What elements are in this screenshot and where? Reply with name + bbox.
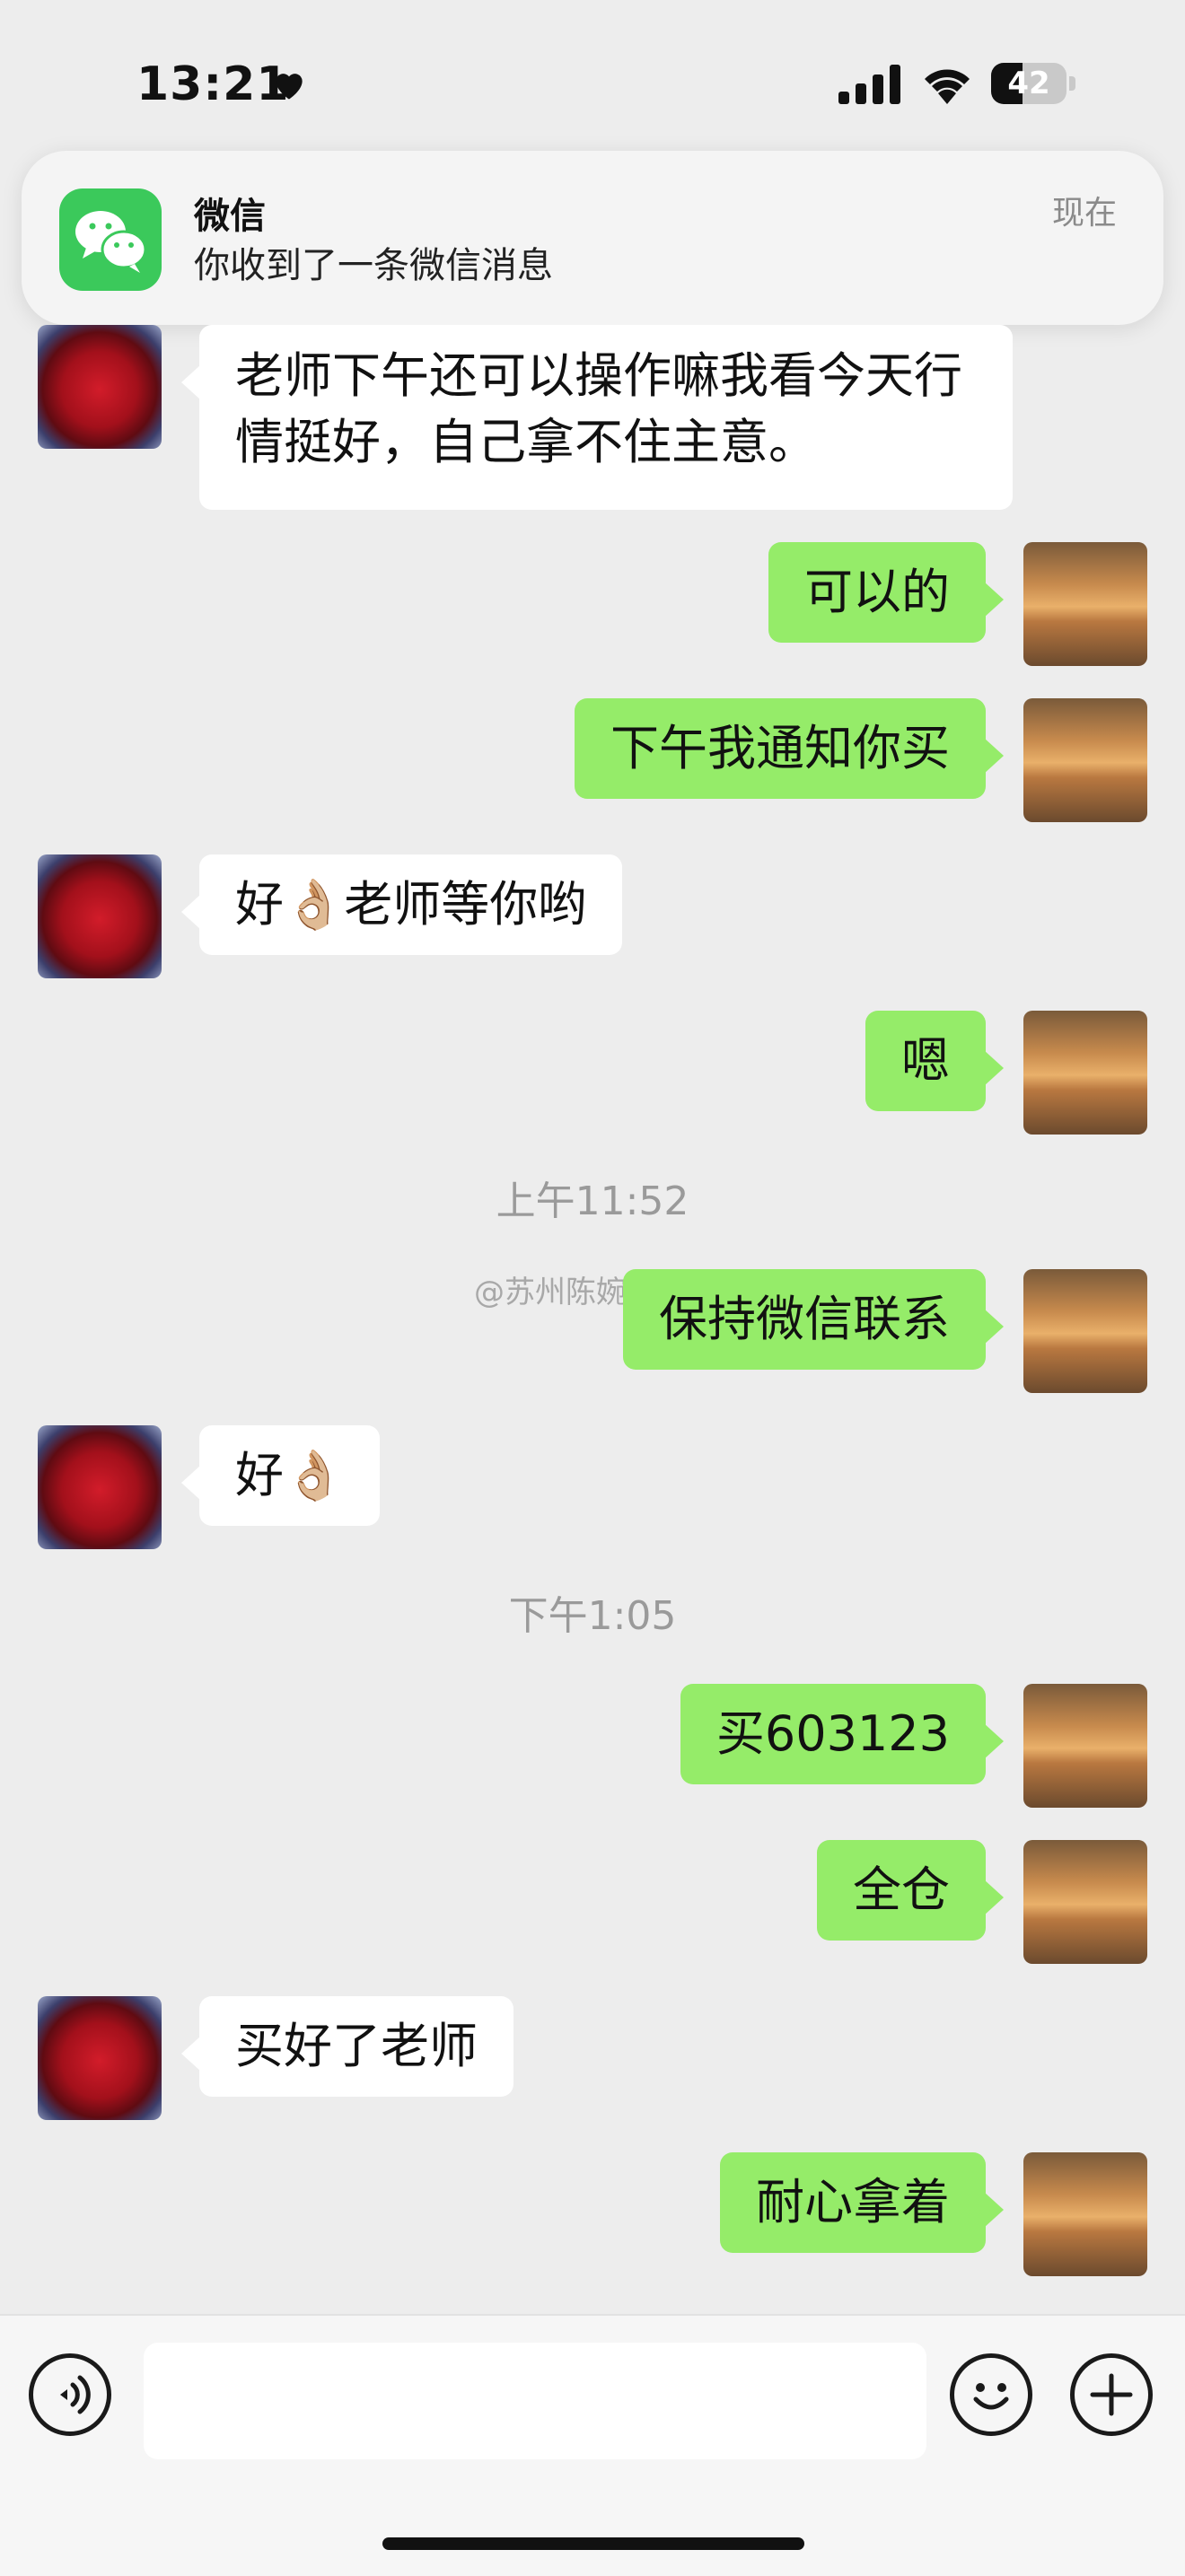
plus-icon[interactable] bbox=[1070, 2353, 1153, 2436]
message-bubble-outgoing[interactable]: 嗯 bbox=[865, 1011, 1004, 1111]
status-time: 13:21 bbox=[136, 57, 290, 111]
my-avatar[interactable] bbox=[1023, 1840, 1147, 1964]
chat-timestamp: 下午1:05 bbox=[508, 1593, 677, 1639]
my-avatar[interactable] bbox=[1023, 2152, 1147, 2276]
home-indicator[interactable] bbox=[382, 2537, 804, 2550]
my-avatar[interactable] bbox=[1023, 698, 1147, 822]
my-avatar[interactable] bbox=[1023, 1684, 1147, 1808]
notification-banner[interactable]: 微信 你收到了一条微信消息 现在 bbox=[22, 151, 1163, 325]
message-bubble-outgoing[interactable]: 全仓 bbox=[817, 1840, 1004, 1941]
message-bubble-outgoing[interactable]: 买603123 bbox=[680, 1684, 1005, 1784]
message-bubble-outgoing[interactable]: 保持微信联系 bbox=[623, 1269, 1004, 1370]
battery-level: 42 bbox=[1007, 66, 1050, 101]
wechat-icon bbox=[59, 188, 162, 291]
message-bubble-outgoing[interactable]: 下午我通知你买 bbox=[575, 698, 1004, 799]
message-bubble-incoming[interactable]: 买好了老师 bbox=[181, 1996, 514, 2097]
signal-icon bbox=[838, 65, 900, 104]
my-avatar[interactable] bbox=[1023, 1269, 1147, 1393]
message-bubble-incoming[interactable]: 好👌🏼老师等你哟 bbox=[180, 854, 623, 955]
my-avatar[interactable] bbox=[1023, 542, 1147, 666]
heart-icon bbox=[276, 74, 303, 100]
message-bubble-incoming[interactable]: 老师下午还可以操作嘛我看今天行情挺好，自己拿不住主意。 bbox=[181, 325, 1013, 510]
contact-avatar[interactable] bbox=[38, 854, 162, 978]
message-bubble-outgoing[interactable]: 耐心拿着 bbox=[720, 2152, 1004, 2253]
chat-timestamp: 上午11:52 bbox=[496, 1178, 689, 1224]
message-input[interactable] bbox=[144, 2343, 926, 2459]
emoji-icon[interactable] bbox=[950, 2353, 1032, 2436]
message-bubble-incoming[interactable]: 好👌🏼 bbox=[180, 1425, 381, 1526]
contact-avatar[interactable] bbox=[38, 325, 162, 449]
wifi-icon bbox=[925, 69, 970, 104]
notification-app-name: 微信 bbox=[194, 196, 266, 237]
voice-icon[interactable] bbox=[29, 2353, 111, 2436]
status-bar: 13:21 42 bbox=[0, 0, 1185, 162]
message-bubble-outgoing[interactable]: 可以的 bbox=[768, 542, 1004, 643]
contact-avatar[interactable] bbox=[38, 1996, 162, 2120]
battery-icon: 42 bbox=[991, 63, 1075, 104]
contact-avatar[interactable] bbox=[38, 1425, 162, 1549]
notification-time: 现在 bbox=[1051, 195, 1117, 232]
my-avatar[interactable] bbox=[1023, 1011, 1147, 1135]
notification-message: 你收到了一条微信消息 bbox=[194, 245, 553, 286]
